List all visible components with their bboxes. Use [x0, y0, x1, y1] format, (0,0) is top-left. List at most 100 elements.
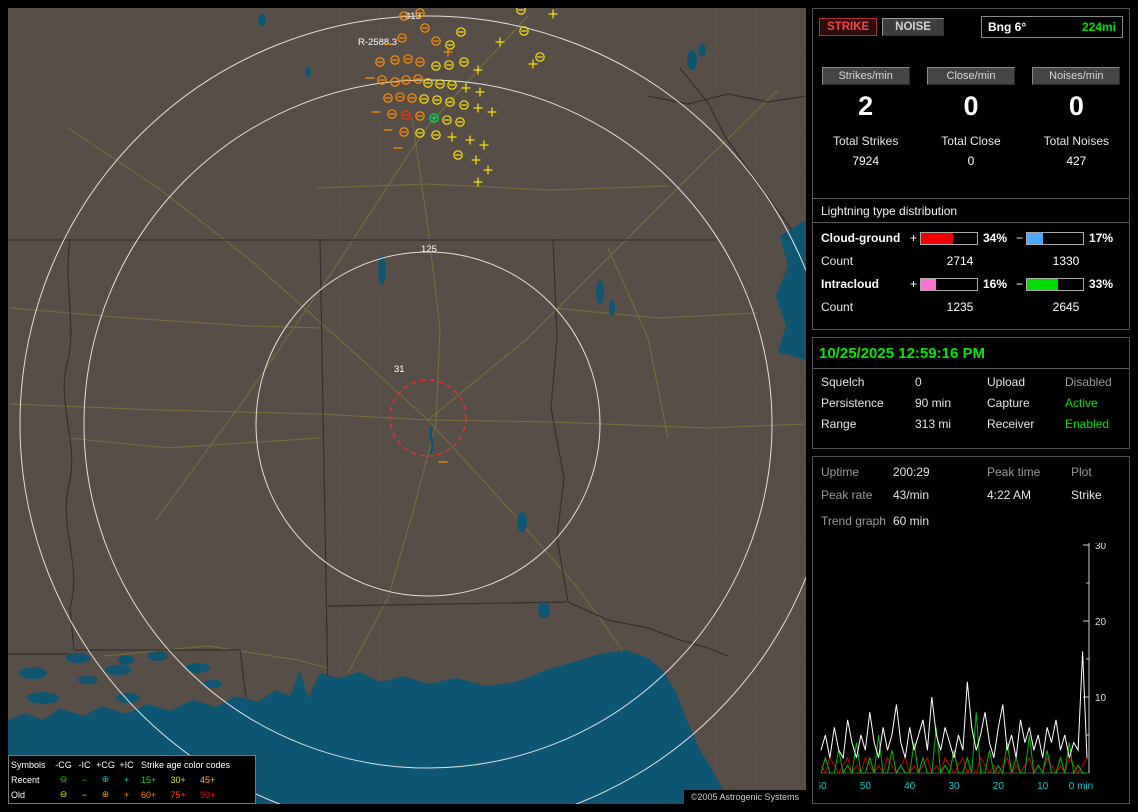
settings-grid: Squelch 0 Upload Disabled Persistence 90… [813, 369, 1129, 431]
legend-symbols-label: Symbols [11, 759, 46, 770]
squelch-label: Squelch [821, 375, 865, 389]
trend-graph: 10 20 30 60 50 40 30 20 10 0 min [819, 543, 1107, 792]
lake [378, 255, 386, 285]
neg-ic-old-icon: − [81, 789, 88, 800]
svg-text:31: 31 [394, 364, 405, 375]
capture-label: Capture [987, 396, 1030, 410]
legend-age-header: Strike age color codes [141, 759, 231, 770]
plus-sign: + [909, 277, 917, 291]
trend-panel: Uptime 200:29 Peak time Plot Peak rate 4… [812, 456, 1130, 804]
total-strikes-value: 7924 [852, 154, 880, 168]
svg-text:0 min: 0 min [1069, 781, 1093, 792]
pos-cg-old-icon: ⊕ [101, 789, 110, 799]
status-grid: Uptime 200:29 Peak time Plot Peak rate 4… [813, 457, 1129, 502]
rate-columns: Strikes/min 2 Total Strikes 7924 Close/m… [813, 67, 1129, 168]
strikes-per-min-value: 2 [858, 91, 874, 121]
lake [305, 67, 311, 77]
system-panel: 10/25/2025 12:59:16 PM Squelch 0 Upload … [812, 337, 1130, 449]
bearing-label: Bng 6° [988, 20, 1027, 34]
lake [698, 44, 706, 56]
svg-text:125: 125 [421, 244, 437, 255]
svg-text:20: 20 [993, 781, 1005, 792]
svg-text:10: 10 [1037, 781, 1049, 792]
pos-ic-old-icon: + [123, 789, 130, 800]
bearing-distance: 224mi [1081, 20, 1116, 34]
peak-time-label: Peak time [987, 465, 1041, 479]
cg-negative-gauge [1026, 231, 1084, 245]
total-noises-value: 427 [1066, 154, 1087, 168]
uptime-label: Uptime [821, 465, 860, 479]
map-area[interactable]: 313 125 31 R-2588.3 Symbols -CG -IC +CG +IC… [8, 8, 806, 804]
total-noises-label: Total Noises [1043, 134, 1110, 148]
persistence-value: 90 min [915, 396, 952, 410]
cg-positive-percent: 34% [983, 231, 1008, 245]
datetime-display: 10/25/2025 12:59:16 PM [819, 345, 985, 362]
lake [118, 655, 134, 665]
svg-text:40: 40 [904, 781, 916, 792]
strikes-per-min-button[interactable]: Strikes/min [821, 67, 910, 85]
persistence-label: Persistence [821, 396, 884, 410]
svg-text:10: 10 [1095, 693, 1107, 704]
distribution-title: Lightning type distribution [813, 199, 1129, 223]
neg-cg-old-icon: ⊖ [59, 789, 68, 799]
ic-negative-count: 2645 [1052, 300, 1080, 314]
pos-cg-recent-icon: ⊕ [101, 774, 110, 784]
ic-positive-gauge [920, 277, 978, 291]
legend-col-neg-cg: -CG [55, 759, 72, 770]
ic-negative-percent: 33% [1089, 277, 1114, 291]
close-per-min-button[interactable]: Close/min [926, 67, 1015, 85]
count-label: Count [821, 254, 854, 268]
peak-time-value: 4:22 AM [987, 488, 1032, 502]
receiver-label: Receiver [987, 417, 1035, 431]
minus-sign: − [1015, 231, 1023, 245]
minus-sign: − [1015, 277, 1023, 291]
plot-value: Strike [1071, 488, 1102, 502]
ic-negative-gauge [1026, 277, 1084, 291]
range-label: Range [821, 417, 857, 431]
svg-text:30: 30 [1095, 543, 1107, 552]
noises-per-min-button[interactable]: Noises/min [1032, 67, 1121, 85]
ic-positive-count: 1235 [946, 300, 974, 314]
svg-text:20: 20 [1095, 617, 1107, 628]
cg-positive-gauge [920, 231, 978, 245]
age-75: 75+ [170, 789, 186, 800]
upload-label: Upload [987, 375, 1026, 389]
capture-status: Active [1065, 396, 1098, 410]
map-canvas[interactable]: 31312531R-2588.3 [8, 8, 806, 804]
cloud-ground-label: Cloud-ground [821, 231, 901, 245]
peak-rate-value: 43/min [893, 488, 930, 502]
ic-positive-percent: 16% [983, 277, 1008, 291]
legend-col-pos-cg: +CG [96, 759, 115, 770]
app-window: 313 125 31 R-2588.3 Symbols -CG -IC +CG +IC… [0, 0, 1138, 812]
stats-panel: STRIKE NOISE Bng 6° 224mi Strikes/min 2 … [812, 8, 1130, 330]
intracloud-label: Intracloud [821, 277, 880, 291]
legend-row-recent: Recent ⊖ − ⊕ + 15+ 30+ 45+ [11, 772, 253, 787]
total-strikes-label: Total Strikes [832, 134, 899, 148]
uptime-value: 200:29 [893, 465, 930, 479]
plus-sign: + [909, 231, 917, 245]
squelch-value: 0 [915, 375, 922, 389]
age-60: 60+ [141, 789, 157, 800]
lake [596, 280, 604, 304]
noise-button[interactable]: NOISE [882, 18, 944, 36]
distribution-grid: Cloud-ground + 34% − 17% Count 2714 1330… [813, 223, 1129, 314]
trend-graph-label: Trend graph [821, 514, 886, 528]
cg-negative-count: 1330 [1052, 254, 1080, 268]
legend-col-pos-ic: +IC [119, 759, 134, 770]
range-value: 313 mi [915, 417, 952, 431]
trend-window-value: 60 min [893, 514, 930, 528]
copyright-label: ©2005 Astrogenic Systems [683, 790, 806, 804]
svg-text:50: 50 [860, 781, 872, 792]
cg-negative-percent: 17% [1089, 231, 1114, 245]
age-90: 90+ [200, 789, 216, 800]
strike-button[interactable]: STRIKE [819, 18, 878, 36]
svg-text:60: 60 [819, 781, 827, 792]
lake [609, 300, 615, 316]
lake [517, 512, 527, 532]
age-15: 15+ [141, 774, 157, 785]
close-per-min-value: 0 [963, 91, 979, 121]
legend-row-old: Old ⊖ − ⊕ + 60+ 75+ 90+ [11, 787, 253, 802]
lake [258, 14, 266, 26]
upload-status: Disabled [1065, 375, 1112, 389]
pos-ic-recent-icon: + [123, 774, 130, 785]
